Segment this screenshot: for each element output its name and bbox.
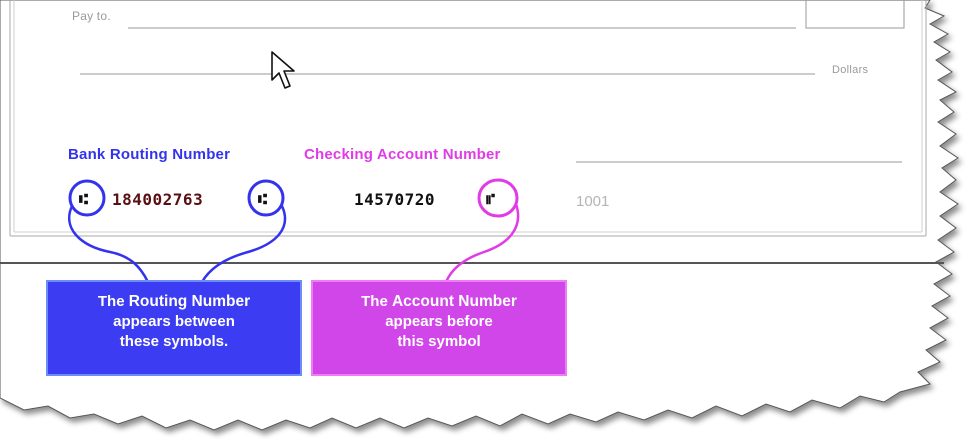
routing-callout-line-1: The Routing Number xyxy=(48,292,300,312)
micr-transit-symbol-icon: ⑆ xyxy=(258,190,268,208)
account-number-value: 14570720 xyxy=(354,190,436,209)
dollars-label: Dollars xyxy=(832,64,869,76)
check-tutorial-illustration: Pay to. Dollars Bank Routing Number Chec… xyxy=(0,0,968,440)
mouse-pointer-icon xyxy=(271,51,295,89)
account-callout-line-2: appears before xyxy=(385,313,493,330)
account-callout-emphasis: Account Number xyxy=(391,293,517,310)
pay-to-label: Pay to. xyxy=(72,9,111,23)
routing-callout-emphasis: Routing Number xyxy=(128,293,251,310)
account-callout-line-3: this symbol xyxy=(397,333,481,350)
routing-number-value: 184002763 xyxy=(112,190,204,209)
routing-callout-prefix: The xyxy=(97,293,129,310)
micr-on-us-symbol-icon: ⑈ xyxy=(486,190,496,208)
micr-transit-symbol-icon: ⑆ xyxy=(79,190,89,208)
bank-routing-number-heading: Bank Routing Number xyxy=(68,146,231,163)
checking-account-number-heading: Checking Account Number xyxy=(304,146,501,163)
account-number-callout: The Account Number appears before this s… xyxy=(311,280,567,376)
account-callout-prefix: The xyxy=(361,293,392,310)
check-number-value: 1001 xyxy=(576,193,610,210)
account-callout-line-1: The Account Number xyxy=(313,292,565,312)
routing-callout-line-2: appears between xyxy=(113,313,235,330)
routing-callout-line-3: these symbols. xyxy=(119,333,229,350)
routing-number-callout: The Routing Number appears between these… xyxy=(46,280,302,376)
